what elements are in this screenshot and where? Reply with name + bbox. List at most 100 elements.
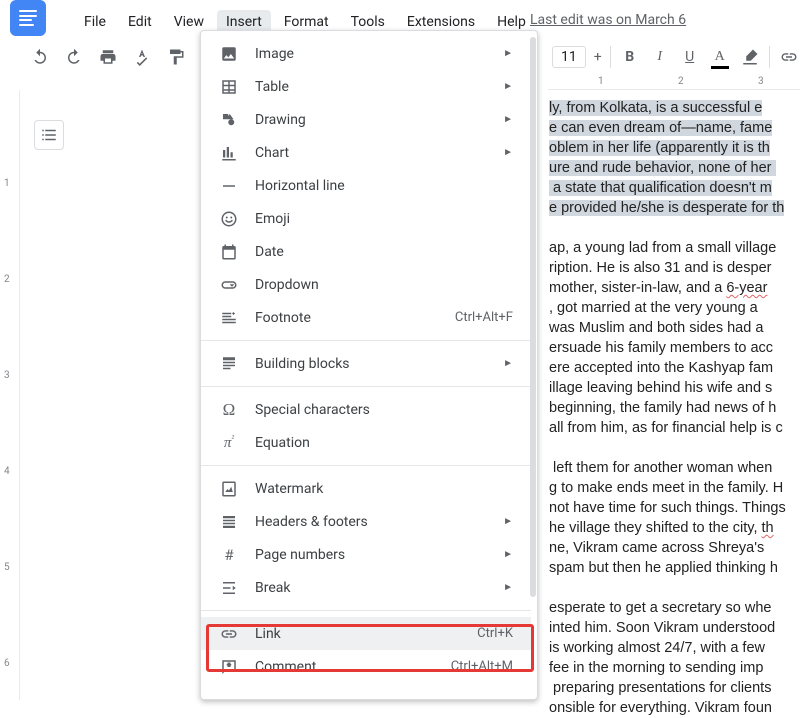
chart-icon [219, 143, 239, 163]
insert-link-button[interactable] [778, 46, 800, 68]
docs-logo[interactable] [10, 0, 46, 36]
bold-button[interactable]: B [619, 46, 641, 68]
insert-menu: Image ► Table ► Drawing ► Chart ► Horizontal lin… [200, 30, 538, 700]
ruler-h-tick: 1 [598, 76, 604, 87]
menu-item-label: Page numbers [255, 547, 495, 563]
ruler-v-tick: 4 [4, 466, 10, 477]
menu-item-label: Dropdown [255, 277, 513, 293]
hr-icon [219, 176, 239, 196]
ruler-v-tick: 1 [4, 178, 10, 189]
pagenum-icon: # [219, 545, 239, 565]
equation-icon: π² [219, 433, 239, 453]
document-outline-button[interactable] [34, 120, 64, 150]
menu-item-label: Date [255, 244, 513, 260]
insert-menu-emoji[interactable]: Emoji [201, 202, 531, 235]
menu-item-label: Drawing [255, 112, 495, 128]
redo-button[interactable] [64, 47, 84, 67]
submenu-arrow-icon: ► [503, 48, 513, 59]
text-color-button[interactable]: A [709, 46, 731, 68]
toolbar-right: 11 + B I U A [552, 42, 800, 72]
insert-menu-dropdown[interactable]: Dropdown [201, 268, 531, 301]
insert-menu-equation[interactable]: π² Equation [201, 426, 531, 459]
toolbar-separator [610, 46, 611, 68]
doc-paragraph[interactable]: ly, from Kolkata, is a successful e e ca… [549, 98, 796, 218]
menu-item-shortcut: Ctrl+K [477, 626, 513, 641]
submenu-arrow-icon: ► [503, 549, 513, 560]
insert-menu-page-numbers[interactable]: # Page numbers ► [201, 538, 531, 571]
omega-icon: Ω [219, 400, 239, 420]
drawing-icon [219, 110, 239, 130]
font-size-input[interactable]: 11 [552, 46, 586, 68]
menu-item-shortcut: Ctrl+Alt+F [455, 310, 513, 325]
undo-button[interactable] [30, 47, 50, 67]
insert-menu-headers-footers[interactable]: Headers & footers► [201, 505, 531, 538]
doc-paragraph[interactable]: ap, a young lad from a small village rip… [549, 238, 796, 438]
submenu-arrow-icon: ► [503, 582, 513, 593]
insert-menu-watermark[interactable]: Watermark [201, 472, 531, 505]
blocks-icon [219, 354, 239, 374]
insert-menu-chart[interactable]: Chart ► [201, 136, 531, 169]
ruler-v-tick: 5 [4, 562, 10, 573]
underline-button[interactable]: U [679, 46, 701, 68]
table-icon [219, 77, 239, 97]
insert-menu-link[interactable]: LinkCtrl+K [201, 617, 531, 650]
insert-menu-drawing[interactable]: Drawing ► [201, 103, 531, 136]
menu-item-label: Comment [255, 659, 451, 675]
break-icon [219, 578, 239, 598]
highlight-color-button[interactable] [739, 46, 761, 68]
menu-scrollbar-thumb[interactable] [530, 37, 536, 597]
document-page[interactable]: ly, from Kolkata, is a successful e e ca… [545, 92, 800, 700]
link-icon [219, 624, 239, 644]
insert-menu-break[interactable]: Break ► [201, 571, 531, 604]
print-button[interactable] [98, 47, 118, 67]
insert-menu-special-characters[interactable]: ΩSpecial characters [201, 393, 531, 426]
menu-item-label: Watermark [255, 481, 513, 497]
ruler-v-tick: 2 [4, 274, 10, 285]
ruler-horizontal[interactable]: 1 2 3 [548, 74, 800, 90]
ruler-h-tick: 2 [678, 76, 684, 87]
menu-item-label: Emoji [255, 211, 513, 227]
insert-menu-date[interactable]: Date [201, 235, 531, 268]
emoji-icon [219, 209, 239, 229]
menu-item-label: Equation [255, 435, 513, 451]
submenu-arrow-icon: ► [503, 81, 513, 92]
ruler-v-tick: 6 [4, 658, 10, 669]
menu-item-label: Link [255, 626, 477, 642]
menu-item-label: Building blocks [255, 356, 495, 372]
toolbar-separator [769, 46, 770, 68]
insert-menu-horizontal-line[interactable]: Horizontal line [201, 169, 531, 202]
menu-file[interactable]: File [75, 10, 115, 34]
doc-paragraph[interactable]: esperate to get a secretary so whe inted… [549, 598, 796, 718]
toolbar-left [30, 42, 205, 72]
submenu-arrow-icon: ► [503, 516, 513, 527]
submenu-arrow-icon: ► [503, 358, 513, 369]
insert-menu-building-blocks[interactable]: Building blocks ► [201, 347, 531, 380]
dropdown-icon [219, 275, 239, 295]
submenu-arrow-icon: ► [503, 147, 513, 158]
menu-item-shortcut: Ctrl+Alt+M [451, 659, 513, 674]
menu-scrollbar[interactable] [529, 31, 537, 699]
submenu-arrow-icon: ► [503, 114, 513, 125]
ruler-h-tick: 3 [758, 76, 764, 87]
paint-format-button[interactable] [166, 47, 186, 67]
insert-menu-image[interactable]: Image ► [201, 37, 531, 70]
spellcheck-button[interactable] [132, 47, 152, 67]
font-size-increase[interactable]: + [594, 49, 602, 65]
menu-item-label: Chart [255, 145, 495, 161]
doc-paragraph[interactable]: left them for another woman when g to ma… [549, 458, 796, 578]
insert-menu-comment[interactable]: CommentCtrl+Alt+M [201, 650, 531, 683]
headers-icon [219, 512, 239, 532]
menu-edit[interactable]: Edit [119, 10, 161, 34]
insert-menu-table[interactable]: Table ► [201, 70, 531, 103]
comment-icon [219, 657, 239, 677]
insert-menu-footnote[interactable]: FootnoteCtrl+Alt+F [201, 301, 531, 334]
menu-item-label: Image [255, 46, 495, 62]
italic-button[interactable]: I [649, 46, 671, 68]
image-icon [219, 44, 239, 64]
watermark-icon [219, 479, 239, 499]
menu-item-label: Break [255, 580, 495, 596]
ruler-vertical[interactable]: 1 2 3 4 5 6 [0, 90, 20, 700]
last-edit-link[interactable]: Last edit was on March 6 [530, 12, 686, 28]
docs-logo-glyph [19, 10, 37, 26]
menu-item-label: Table [255, 79, 495, 95]
